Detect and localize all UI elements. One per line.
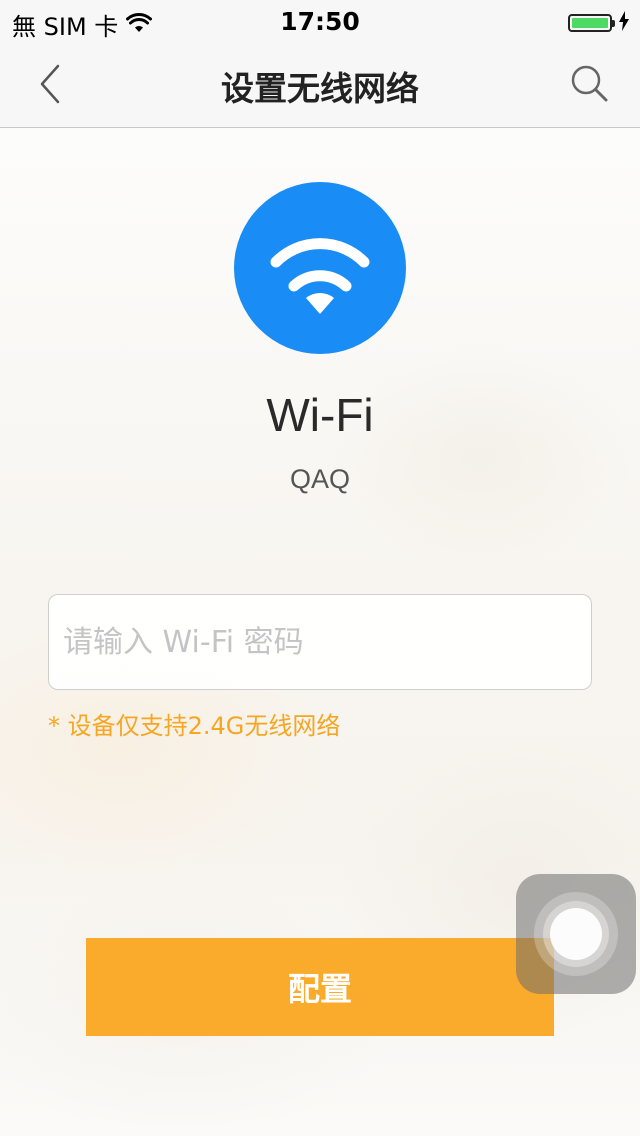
hint-text: * 设备仅支持2.4G无线网络 <box>48 712 341 740</box>
assistive-touch-button[interactable] <box>516 874 636 994</box>
battery-level <box>572 18 608 28</box>
search-button[interactable] <box>568 62 612 106</box>
password-input[interactable] <box>49 595 591 689</box>
network-type-title: Wi-Fi <box>266 389 374 441</box>
assistive-touch-core <box>550 908 602 960</box>
battery-icon <box>568 14 615 32</box>
wifi-icon <box>234 182 406 354</box>
network-ssid: QAQ <box>289 464 350 494</box>
config-button[interactable]: 配置 <box>86 938 554 1036</box>
search-icon <box>571 65 608 102</box>
bolt-icon <box>618 9 630 37</box>
password-field[interactable] <box>48 594 592 690</box>
status-time: 17:50 <box>280 7 360 36</box>
status-right <box>568 9 630 37</box>
page-title: 设置无线网络 <box>221 69 419 108</box>
navigation-bar: 设置无线网络 <box>0 40 640 128</box>
status-bar: 無 SIM 卡 17:50 <box>0 0 640 41</box>
